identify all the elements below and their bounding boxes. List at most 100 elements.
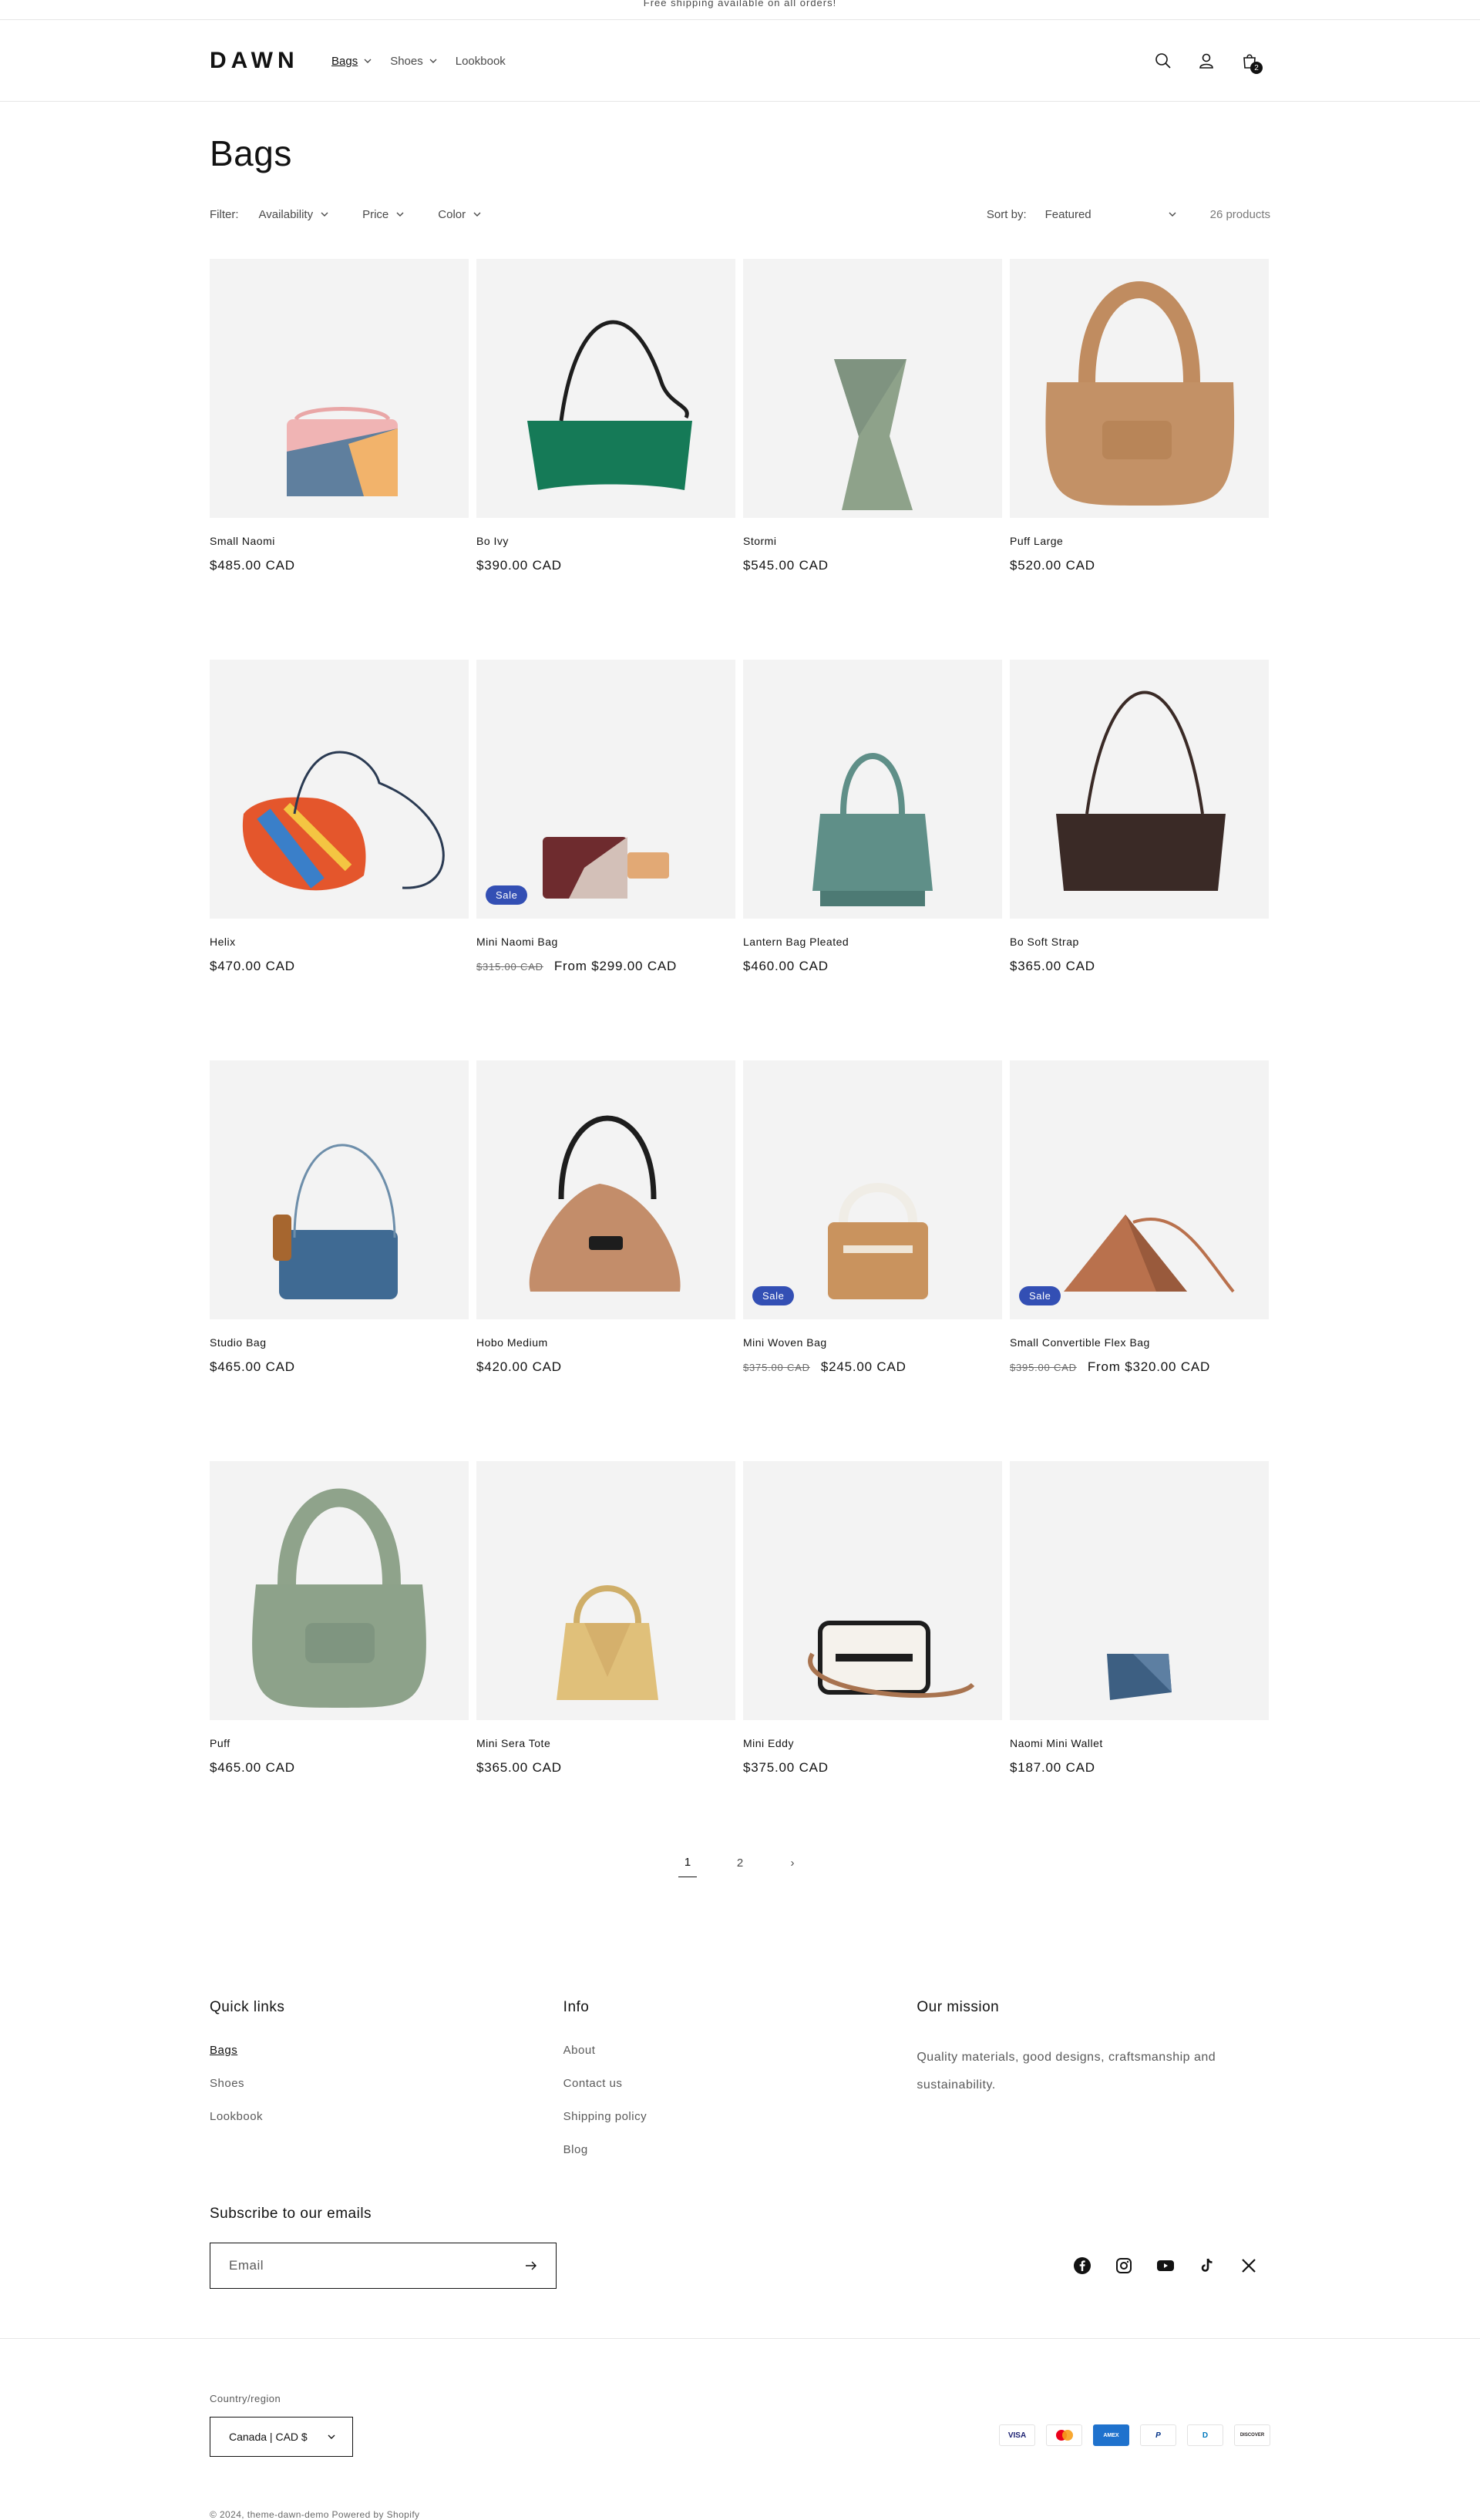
product-card[interactable]: Puff $465.00 CAD <box>210 1461 469 1776</box>
footer-link-bags[interactable]: Bags <box>210 2044 563 2057</box>
announcement-bar: Free shipping available on all orders! <box>0 0 1480 20</box>
filter-price[interactable]: Price <box>362 208 404 221</box>
product-title[interactable]: Mini Eddy <box>743 1737 1002 1749</box>
x-icon[interactable] <box>1240 2256 1258 2275</box>
footer-link-about[interactable]: About <box>563 2044 917 2057</box>
product-title[interactable]: Mini Sera Tote <box>476 1737 735 1749</box>
chevron-down-icon <box>473 212 481 217</box>
payment-icons: VISA AMEX P D DISCOVER <box>999 2424 1270 2446</box>
product-title[interactable]: Naomi Mini Wallet <box>1010 1737 1269 1749</box>
footer-link-shipping[interactable]: Shipping policy <box>563 2110 917 2123</box>
product-image[interactable] <box>476 1060 735 1319</box>
product-image[interactable]: Sale <box>743 1060 1002 1319</box>
country-selector[interactable]: Canada | CAD $ <box>210 2417 353 2457</box>
sale-price: $420.00 CAD <box>476 1359 562 1374</box>
product-card[interactable]: Naomi Mini Wallet $187.00 CAD <box>1010 1461 1269 1776</box>
store-logo[interactable]: DAWN <box>210 48 325 74</box>
product-card[interactable]: Mini Sera Tote $365.00 CAD <box>476 1461 735 1776</box>
nav-item-bags[interactable]: Bags <box>331 55 372 68</box>
arrow-right-icon[interactable] <box>525 2261 537 2270</box>
product-image[interactable] <box>1010 1461 1269 1720</box>
compare-at-price: $395.00 CAD <box>1010 1362 1077 1373</box>
sale-price: $365.00 CAD <box>476 1760 562 1775</box>
page-link-2[interactable]: 2 <box>731 1856 749 1877</box>
product-title[interactable]: Mini Woven Bag <box>743 1336 1002 1349</box>
footer-mission: Our mission Quality materials, good desi… <box>917 1999 1270 2156</box>
filter-availability[interactable]: Availability <box>259 208 329 221</box>
sale-price: $545.00 CAD <box>743 558 829 573</box>
product-title[interactable]: Lantern Bag Pleated <box>743 936 1002 948</box>
product-image[interactable] <box>476 259 735 518</box>
product-title[interactable]: Helix <box>210 936 469 948</box>
product-card[interactable]: Sale Mini Naomi Bag $315.00 CAD From $299.0… <box>476 660 735 974</box>
sale-price: $485.00 CAD <box>210 558 295 573</box>
product-image[interactable] <box>743 660 1002 919</box>
product-image[interactable] <box>476 1461 735 1720</box>
product-card[interactable]: Small Naomi $485.00 CAD <box>210 259 469 573</box>
product-image[interactable] <box>210 660 469 919</box>
product-title[interactable]: Small Convertible Flex Bag <box>1010 1336 1269 1349</box>
bag-image <box>529 1115 681 1292</box>
product-title[interactable]: Bo Soft Strap <box>1010 936 1269 948</box>
footer-heading: Our mission <box>917 1999 1000 2015</box>
product-card[interactable]: Bo Ivy $390.00 CAD <box>476 259 735 573</box>
product-card[interactable]: Hobo Medium $420.00 CAD <box>476 1060 735 1375</box>
footer-link-shoes[interactable]: Shoes <box>210 2077 563 2090</box>
product-title[interactable]: Puff Large <box>1010 535 1269 547</box>
product-title[interactable]: Studio Bag <box>210 1336 469 1349</box>
cart-button[interactable]: 2 <box>1241 52 1263 74</box>
product-card[interactable]: Studio Bag $465.00 CAD <box>210 1060 469 1375</box>
product-image[interactable]: Sale <box>476 660 735 919</box>
product-card[interactable]: Mini Eddy $375.00 CAD <box>743 1461 1002 1776</box>
footer-heading: Quick links <box>210 1999 285 2015</box>
nav-item-shoes[interactable]: Shoes <box>390 55 437 68</box>
product-grid: Small Naomi $485.00 CAD Bo Ivy $390.00 CAD S… <box>210 259 1270 1776</box>
product-title[interactable]: Small Naomi <box>210 535 469 547</box>
product-image[interactable] <box>210 1461 469 1720</box>
product-card[interactable]: Sale Mini Woven Bag $375.00 CAD $245.00 CAD <box>743 1060 1002 1375</box>
product-title[interactable]: Hobo Medium <box>476 1336 735 1349</box>
product-card[interactable]: Sale Small Convertible Flex Bag $395.00 CA… <box>1010 1060 1269 1375</box>
product-price: $470.00 CAD <box>210 959 469 974</box>
email-input[interactable] <box>229 2258 525 2273</box>
filter-color[interactable]: Color <box>438 208 481 221</box>
footer-link-blog[interactable]: Blog <box>563 2143 917 2156</box>
footer-link-lookbook[interactable]: Lookbook <box>210 2110 563 2123</box>
product-price: $365.00 CAD <box>476 1760 735 1776</box>
product-image[interactable] <box>1010 259 1269 518</box>
product-image[interactable] <box>1010 660 1269 919</box>
next-page-icon[interactable]: › <box>783 1856 802 1877</box>
product-title[interactable]: Mini Naomi Bag <box>476 936 735 948</box>
product-card[interactable]: Bo Soft Strap $365.00 CAD <box>1010 660 1269 974</box>
sale-price: $187.00 CAD <box>1010 1760 1095 1775</box>
product-title[interactable]: Bo Ivy <box>476 535 735 547</box>
product-image[interactable] <box>210 1060 469 1319</box>
product-image[interactable]: Sale <box>1010 1060 1269 1319</box>
sale-price: $470.00 CAD <box>210 959 295 973</box>
product-image[interactable] <box>743 1461 1002 1720</box>
account-icon[interactable] <box>1198 52 1215 69</box>
tiktok-icon[interactable] <box>1198 2256 1216 2275</box>
cart-count-badge: 2 <box>1250 62 1263 74</box>
page-link-1[interactable]: 1 <box>678 1856 697 1877</box>
product-title[interactable]: Stormi <box>743 535 1002 547</box>
search-icon[interactable] <box>1155 52 1172 69</box>
product-price: $460.00 CAD <box>743 959 1002 974</box>
product-card[interactable]: Helix $470.00 CAD <box>210 660 469 974</box>
sort-select[interactable]: Featured <box>1045 208 1176 221</box>
product-image[interactable] <box>210 259 469 518</box>
product-card[interactable]: Lantern Bag Pleated $460.00 CAD <box>743 660 1002 974</box>
product-title[interactable]: Puff <box>210 1737 469 1749</box>
footer-link-contact[interactable]: Contact us <box>563 2077 917 2090</box>
product-card[interactable]: Puff Large $520.00 CAD <box>1010 259 1269 573</box>
product-image[interactable] <box>743 259 1002 518</box>
discover-icon: DISCOVER <box>1234 2424 1270 2446</box>
bag-image <box>1107 1654 1172 1700</box>
product-card[interactable]: Stormi $545.00 CAD <box>743 259 1002 573</box>
bag-image <box>1064 1215 1235 1293</box>
youtube-icon[interactable] <box>1156 2256 1175 2275</box>
facebook-icon[interactable] <box>1073 2256 1092 2275</box>
country-label: Country/region <box>210 2393 281 2404</box>
instagram-icon[interactable] <box>1115 2256 1133 2275</box>
nav-item-lookbook[interactable]: Lookbook <box>456 55 506 68</box>
